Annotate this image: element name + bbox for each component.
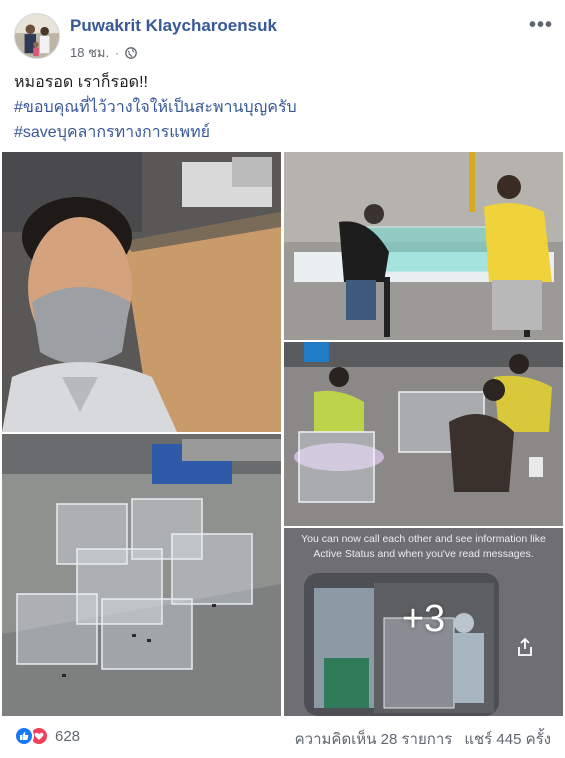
comments-count-link[interactable]: ความคิดเห็น 28 รายการ	[295, 727, 453, 751]
more-options-icon[interactable]: •••	[529, 14, 553, 37]
photo-workers-table[interactable]	[284, 152, 563, 340]
photo-selfie[interactable]	[2, 152, 281, 432]
timestamp[interactable]: 18 ชม.	[70, 42, 109, 63]
separator-dot: ·	[115, 45, 120, 60]
reactions-summary[interactable]: 628	[14, 726, 80, 746]
hashtag-link[interactable]: #saveบุคลากรทางการแพทย์	[14, 120, 297, 145]
photo-more-overlay[interactable]: You can now call each other and see info…	[284, 528, 563, 716]
author-name[interactable]: Puwakrit Klaycharoensuk	[70, 16, 277, 36]
reaction-count: 628	[55, 727, 81, 745]
screen-caption: You can now call each other and see info…	[301, 533, 546, 560]
like-reaction-icon	[14, 726, 34, 746]
post-text: หมอรอด เราก็รอด!! #ขอบคุณที่ไว้วางใจให้เ…	[14, 70, 297, 145]
post-meta: 18 ชม. ·	[70, 42, 137, 63]
photo-floor-assembly[interactable]	[284, 342, 563, 526]
hashtag-link[interactable]: #ขอบคุณที่ไว้วางใจให้เป็นสะพานบุญครับ	[14, 95, 297, 120]
avatar[interactable]	[14, 13, 60, 59]
post-text-line: หมอรอด เราก็รอด!!	[14, 74, 148, 91]
facebook-post: Puwakrit Klaycharoensuk 18 ชม. · ••• หมอ…	[0, 0, 565, 758]
shares-count-link[interactable]: แชร์ 445 ครั้ง	[464, 727, 551, 751]
post-stats: ความคิดเห็น 28 รายการ แชร์ 445 ครั้ง	[295, 727, 551, 751]
photo-acrylic-boxes[interactable]	[2, 434, 281, 716]
share-icon	[517, 638, 533, 656]
globe-icon[interactable]	[125, 46, 137, 59]
